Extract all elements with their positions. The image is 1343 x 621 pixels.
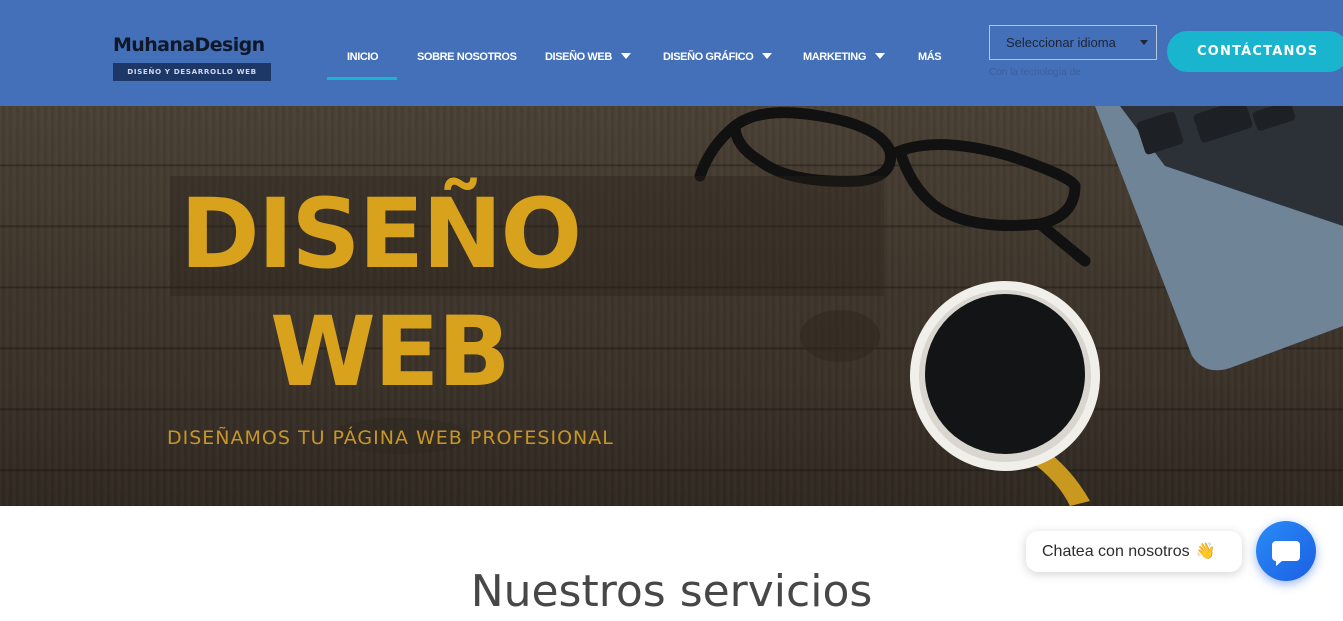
- coffee-cup-image: [910, 281, 1100, 506]
- nav-label: INICIO: [347, 51, 379, 63]
- nav-label: DISEÑO WEB: [545, 51, 612, 63]
- chat-bubble-icon: [1272, 541, 1300, 566]
- chevron-down-icon: [875, 53, 886, 60]
- nav-item-sobre-nosotros[interactable]: SOBRE NOSOTROS: [417, 50, 517, 64]
- nav-label: SOBRE NOSOTROS: [417, 51, 517, 63]
- active-nav-indicator: [327, 77, 397, 80]
- nav-item-diseno-web[interactable]: DISEÑO WEB: [545, 50, 631, 64]
- waving-hand-icon: 👋: [1195, 543, 1216, 560]
- nav-label: DISEÑO GRÁFICO: [663, 51, 754, 63]
- chat-prompt-text: Chatea con nosotros: [1042, 543, 1190, 560]
- chat-launcher-button[interactable]: [1256, 521, 1316, 581]
- chat-prompt-bubble[interactable]: Chatea con nosotros 👋: [1026, 531, 1242, 572]
- nav-item-diseno-grafico[interactable]: DISEÑO GRÁFICO: [663, 50, 773, 64]
- logo-tagline: DISEÑO Y DESARROLLO WEB: [113, 63, 271, 81]
- logo[interactable]: MuhanaDesign DISEÑO Y DESARROLLO WEB: [113, 34, 273, 84]
- site-header: MuhanaDesign DISEÑO Y DESARROLLO WEB INI…: [0, 0, 1343, 106]
- nav-label: MARKETING: [803, 51, 867, 63]
- nav-label: MÁS: [918, 51, 942, 63]
- translate-powered-by: Con la tecnología de: [989, 67, 1081, 78]
- section-title: Nuestros servicios: [470, 566, 873, 617]
- nav-item-mas[interactable]: MÁS: [918, 50, 942, 64]
- chevron-down-icon: [620, 53, 631, 60]
- hero-banner: DISEÑO WEB DISEÑAMOS TU PÁGINA WEB PROFE…: [0, 106, 1343, 506]
- hero-title-line-2: WEB: [270, 296, 511, 408]
- chevron-down-icon: [762, 53, 773, 60]
- language-select[interactable]: Seleccionar idioma: [989, 25, 1157, 60]
- chevron-down-icon: [1140, 40, 1148, 45]
- nav-item-inicio[interactable]: INICIO: [347, 50, 379, 64]
- hero-subtitle: DISEÑAMOS TU PÁGINA WEB PROFESIONAL: [167, 427, 614, 449]
- contact-button[interactable]: CONTÁCTANOS: [1167, 31, 1343, 72]
- laptop-image: [1095, 106, 1343, 371]
- nav-item-marketing[interactable]: MARKETING: [803, 50, 886, 64]
- hero-title-line-1: DISEÑO: [180, 178, 582, 290]
- logo-name: MuhanaDesign: [113, 34, 265, 56]
- language-select-value: Seleccionar idioma: [1006, 35, 1116, 50]
